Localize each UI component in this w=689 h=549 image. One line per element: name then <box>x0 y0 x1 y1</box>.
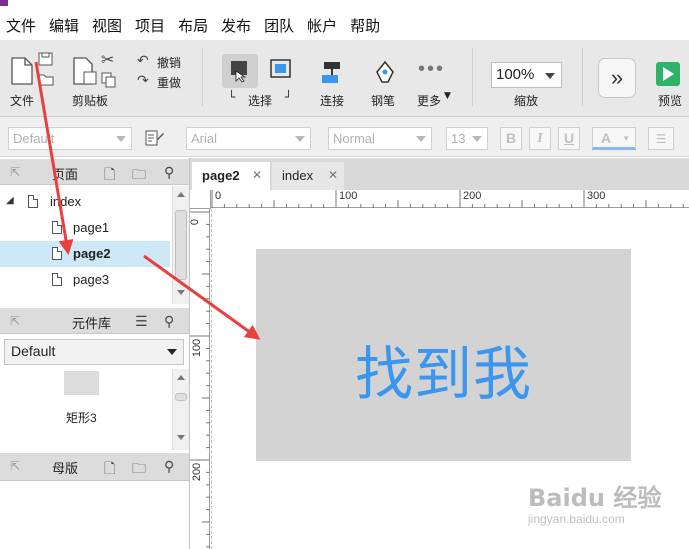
watermark: Baidu 经验 jingyan.baidu.com <box>528 478 662 526</box>
watermark-url: jingyan.baidu.com <box>528 512 625 526</box>
annotation-arrows <box>34 61 261 340</box>
watermark-brand: Baidu 经验 <box>528 484 662 512</box>
annotation-arrow <box>143 254 261 340</box>
annotation-arrow <box>34 61 74 255</box>
